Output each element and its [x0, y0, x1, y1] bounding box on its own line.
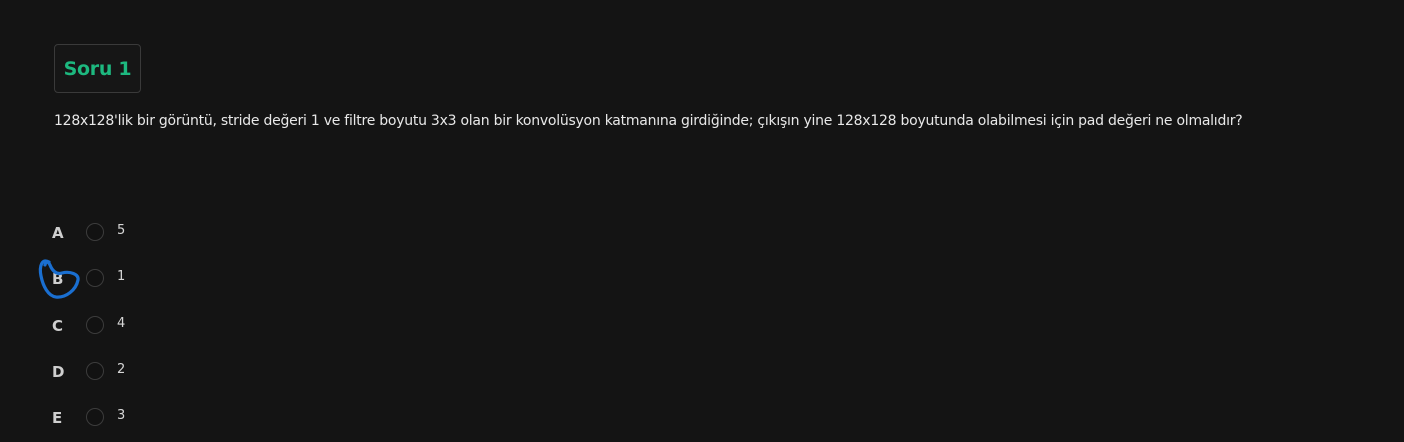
question-text: 128x128'lik bir görüntü, stride değeri 1… — [54, 113, 1243, 129]
option-e[interactable]: E 3 — [44, 407, 244, 431]
option-letter: B — [52, 270, 64, 288]
option-letter: A — [52, 224, 64, 242]
option-letter: C — [52, 317, 64, 335]
option-value: 2 — [117, 362, 126, 377]
option-value: 3 — [117, 408, 126, 423]
option-radio-button[interactable] — [86, 362, 104, 380]
option-letter: E — [52, 409, 63, 427]
option-value: 4 — [117, 316, 126, 331]
option-c[interactable]: C 4 — [44, 315, 244, 339]
option-letter: D — [52, 363, 65, 381]
option-value: 5 — [117, 223, 126, 238]
option-value: 1 — [117, 269, 126, 284]
option-b[interactable]: B 1 — [44, 268, 244, 292]
question-number-badge: Soru 1 — [54, 44, 141, 93]
option-radio-button[interactable] — [86, 223, 104, 241]
option-radio-button[interactable] — [86, 269, 104, 287]
question-number-label: Soru 1 — [63, 57, 132, 80]
option-radio-button[interactable] — [86, 316, 104, 334]
option-d[interactable]: D 2 — [44, 361, 244, 385]
option-radio-button[interactable] — [86, 408, 104, 426]
option-a[interactable]: A 5 — [44, 222, 244, 246]
